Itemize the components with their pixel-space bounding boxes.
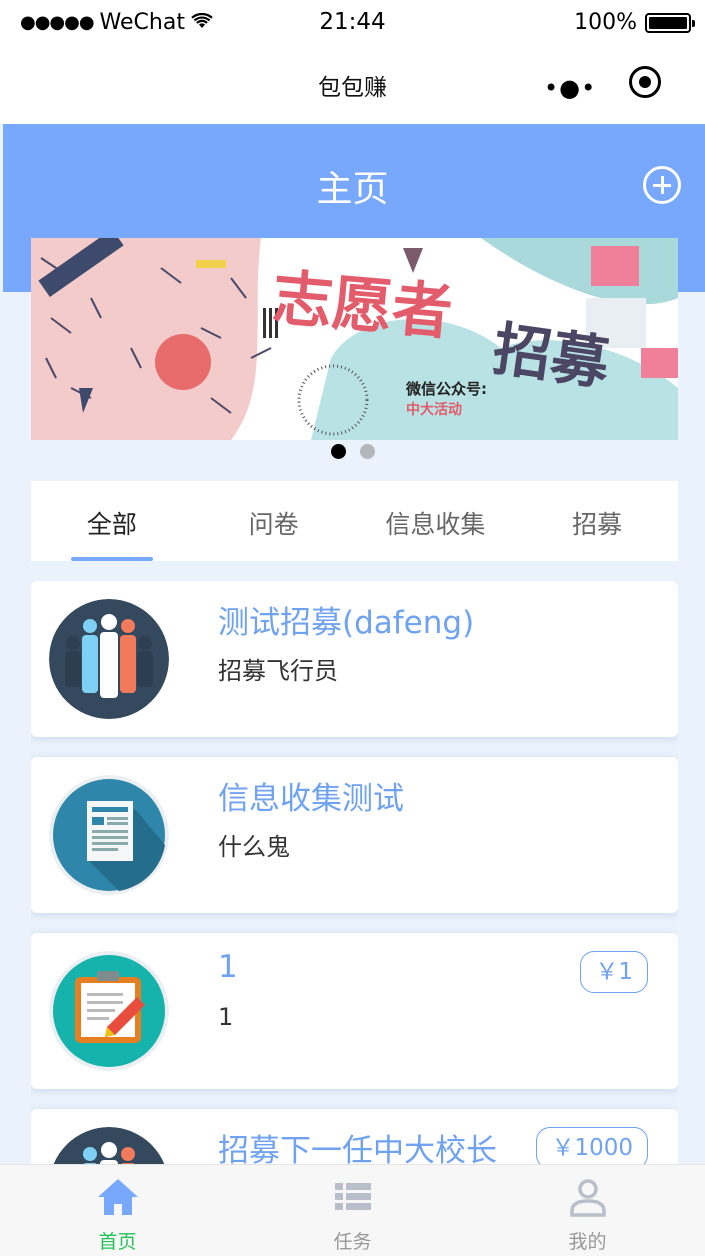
people-group-icon — [49, 1127, 169, 1164]
task-card[interactable]: 信息收集测试 什么鬼 — [31, 757, 678, 913]
tabbar-tasks[interactable]: 任务 — [235, 1165, 470, 1256]
carousel-dot-2[interactable] — [359, 444, 375, 459]
nav-title: 包包赚 — [318, 75, 387, 101]
task-title: 招募下一任中大校长 — [218, 1133, 497, 1164]
carousel-indicator — [0, 444, 705, 459]
nav-bar: 包包赚 •●• — [0, 44, 705, 124]
task-card[interactable]: 测试招募(dafeng) 招募飞行员 — [31, 581, 678, 737]
status-right: 100% — [574, 10, 695, 35]
tabbar-home[interactable]: 首页 — [0, 1165, 235, 1256]
close-capsule-icon[interactable] — [629, 66, 661, 98]
task-title: 1 — [218, 949, 238, 985]
tab-all[interactable]: 全部 — [31, 481, 193, 561]
banner-account-name: 中大活动 — [406, 401, 462, 418]
tab-recruitment[interactable]: 招募 — [516, 481, 678, 561]
tab-questionnaire[interactable]: 问卷 — [193, 481, 355, 561]
more-menu-icon[interactable]: •●• — [544, 74, 596, 102]
price-badge: ￥1 — [580, 951, 648, 993]
document-icon — [49, 775, 169, 895]
clipboard-pencil-icon — [49, 951, 169, 1071]
bottom-tab-bar: 首页 任务 我的 — [0, 1164, 705, 1256]
carousel-dot-1[interactable] — [330, 444, 346, 459]
status-bar: ●●●●● WeChat 21:44 100% — [0, 0, 705, 44]
banner-image: 志愿者 招募 微信公众号: 中大活动 — [31, 238, 678, 440]
tabbar-home-label: 首页 — [98, 1231, 137, 1253]
banner-carousel[interactable]: 志愿者 招募 微信公众号: 中大活动 — [31, 238, 678, 440]
list-icon — [331, 1177, 375, 1217]
people-group-icon — [49, 599, 169, 719]
category-tabs: 全部 问卷 信息收集 招募 — [31, 481, 678, 561]
tab-info-collection[interactable]: 信息收集 — [355, 481, 517, 561]
tabbar-profile[interactable]: 我的 — [470, 1165, 705, 1256]
task-card[interactable]: 招募下一任中大校长 ￥1000 — [31, 1109, 678, 1164]
add-task-button[interactable] — [643, 166, 681, 204]
banner-account-label: 微信公众号: — [405, 380, 487, 398]
user-icon — [566, 1177, 610, 1217]
task-desc: 什么鬼 — [218, 833, 290, 861]
battery-percent: 100% — [574, 10, 637, 35]
home-icon — [96, 1177, 140, 1217]
tabbar-profile-label: 我的 — [568, 1231, 607, 1253]
page-title: 主页 — [316, 169, 389, 210]
task-desc: 1 — [218, 1003, 234, 1031]
task-list: 测试招募(dafeng) 招募飞行员 信息收集测试 什么鬼 1 1 ￥1 招募下… — [31, 581, 678, 1164]
task-title: 测试招募(dafeng) — [218, 605, 475, 641]
task-card[interactable]: 1 1 ￥1 — [31, 933, 678, 1089]
task-desc: 招募飞行员 — [218, 657, 338, 685]
battery-icon — [645, 12, 695, 33]
tabbar-tasks-label: 任务 — [333, 1231, 372, 1253]
price-badge: ￥1000 — [536, 1127, 648, 1164]
task-title: 信息收集测试 — [218, 781, 404, 817]
